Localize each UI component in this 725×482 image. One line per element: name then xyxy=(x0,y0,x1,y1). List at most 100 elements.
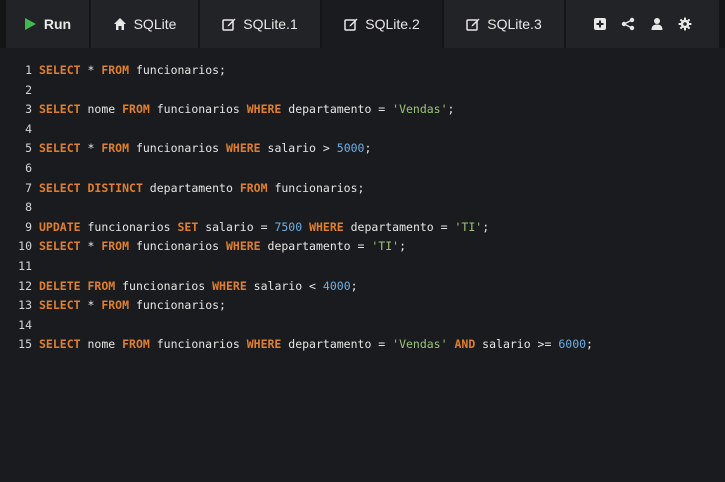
line-number: 8 xyxy=(25,200,32,215)
line-number: 11 xyxy=(18,259,32,273)
code-line[interactable]: 10 SELECT * FROM funcionarios WHERE depar… xyxy=(6,237,406,257)
code-line[interactable]: 3 SELECT nome FROM funcionarios WHERE dep… xyxy=(6,100,454,120)
sql-keyword: WHERE xyxy=(225,141,261,156)
sql-keyword: SET xyxy=(177,219,199,234)
sql-keyword: SELECT xyxy=(39,298,81,313)
tab-sqlite-2[interactable]: SQLite.2 xyxy=(322,0,442,48)
code-line[interactable]: 2 xyxy=(6,81,39,101)
sql-keyword: WHERE xyxy=(212,278,247,293)
sql-text: ; xyxy=(586,337,593,352)
code-line[interactable]: 4 xyxy=(6,120,39,140)
sql-keyword: DELETE xyxy=(39,278,81,293)
sql-text: funcionarios xyxy=(149,102,247,117)
line-number: 13 xyxy=(18,298,32,313)
code-line[interactable]: 15 SELECT nome FROM funcionarios WHERE de… xyxy=(6,335,593,355)
sql-text: departamento xyxy=(142,180,240,195)
sql-text: salario > xyxy=(260,141,337,156)
edit-icon xyxy=(222,18,236,31)
tab-sqlite[interactable]: SQLite xyxy=(91,0,198,48)
sql-string: 'Vendas' xyxy=(392,337,448,352)
code-line[interactable]: 11 xyxy=(6,257,39,277)
sql-text: departamento = xyxy=(343,219,455,234)
sql-string: 'Vendas' xyxy=(392,102,448,117)
line-number: 7 xyxy=(25,180,32,195)
code-line[interactable]: 7 SELECT DISTINCT departamento FROM funci… xyxy=(6,179,364,199)
code-line[interactable]: 8 xyxy=(6,198,39,218)
sql-keyword: FROM xyxy=(101,63,130,77)
sql-keyword: FROM xyxy=(122,102,150,117)
code-line[interactable]: 9 UPDATE funcionarios SET salario = 7500 … xyxy=(6,218,489,238)
sql-keyword: WHERE xyxy=(246,102,282,117)
sql-text: departamento = xyxy=(281,337,393,352)
sql-number: 5000 xyxy=(336,141,365,156)
sql-text: * xyxy=(80,141,102,156)
sql-keyword: UPDATE xyxy=(39,219,81,234)
sql-text: ; xyxy=(482,219,490,234)
sql-text: * xyxy=(80,63,102,77)
sql-number: 6000 xyxy=(558,337,587,352)
add-icon[interactable] xyxy=(593,17,607,31)
edit-icon xyxy=(344,18,358,31)
tab-sqlite-3[interactable]: SQLite.3 xyxy=(444,0,564,48)
sql-keyword: SELECT xyxy=(39,180,81,195)
sql-text: departamento = xyxy=(260,239,372,254)
play-icon xyxy=(24,18,36,30)
share-icon[interactable] xyxy=(621,17,635,31)
sql-keyword: WHERE xyxy=(225,239,261,254)
tab-sqlite-1[interactable]: SQLite.1 xyxy=(200,0,320,48)
sql-text: * xyxy=(80,298,102,313)
line-number: 6 xyxy=(25,161,32,175)
code-line[interactable]: 6 xyxy=(6,159,39,179)
sql-keyword: FROM xyxy=(239,180,268,195)
code-line[interactable]: 13 SELECT * FROM funcionarios; xyxy=(6,296,226,316)
code-line[interactable]: 12 DELETE FROM funcionarios WHERE salario… xyxy=(6,277,357,297)
sql-text: funcionarios xyxy=(149,337,247,352)
line-number: 12 xyxy=(18,278,32,293)
sql-text: ; xyxy=(399,239,407,254)
run-label: Run xyxy=(43,16,72,32)
sql-keyword: FROM xyxy=(87,278,116,293)
tab-label: SQLite.3 xyxy=(487,16,542,32)
toolbar: Run SQLite SQLite.1 SQLite.2 SQLite.3 xyxy=(0,0,725,48)
sql-string: 'TI' xyxy=(454,219,483,234)
tab-label: SQLite xyxy=(133,16,177,32)
edit-icon xyxy=(466,18,480,31)
sql-text: funcionarios xyxy=(129,141,226,156)
sql-keyword: DISTINCT xyxy=(87,180,143,195)
sql-keyword: SELECT xyxy=(39,63,81,77)
toolbar-actions xyxy=(566,0,719,48)
run-button[interactable]: Run xyxy=(6,0,89,48)
sql-string: 'TI' xyxy=(371,239,400,254)
line-number: 2 xyxy=(25,82,32,97)
sql-text: funcionarios xyxy=(115,278,213,293)
tab-label: SQLite.1 xyxy=(243,16,298,32)
line-number: 5 xyxy=(25,141,32,156)
sql-keyword: SELECT xyxy=(39,102,81,117)
sql-text: salario < xyxy=(246,278,323,293)
code-editor[interactable]: 1 SELECT * FROM funcionarios; 2 3 SELECT nom… xyxy=(6,48,719,482)
sql-keyword: SELECT xyxy=(39,239,81,254)
sql-keyword: WHERE xyxy=(246,337,282,352)
line-number: 3 xyxy=(25,102,32,117)
home-icon xyxy=(113,18,126,30)
code-line[interactable]: 14 xyxy=(6,316,39,336)
sql-keyword: FROM xyxy=(101,298,130,313)
line-number: 10 xyxy=(18,239,32,254)
sql-text: funcionarios xyxy=(129,239,226,254)
sql-keyword: FROM xyxy=(122,337,150,352)
line-number: 15 xyxy=(18,337,32,352)
sql-text: salario >= xyxy=(475,337,559,352)
sql-text: salario = xyxy=(198,219,275,234)
code-line[interactable]: 5 SELECT * FROM funcionarios WHERE salari… xyxy=(6,139,371,159)
sql-keyword: AND xyxy=(454,337,476,352)
line-number: 4 xyxy=(25,121,32,136)
sql-text: departamento = xyxy=(281,102,393,117)
gear-icon[interactable] xyxy=(678,17,692,31)
user-icon[interactable] xyxy=(650,17,664,31)
sql-text: funcionarios; xyxy=(129,63,226,77)
sql-text: ; xyxy=(364,141,372,156)
code-line[interactable]: 1 SELECT * FROM funcionarios; xyxy=(6,61,226,81)
line-number: 9 xyxy=(25,219,32,234)
sql-text: funcionarios; xyxy=(129,298,226,313)
line-number: 14 xyxy=(18,317,32,332)
